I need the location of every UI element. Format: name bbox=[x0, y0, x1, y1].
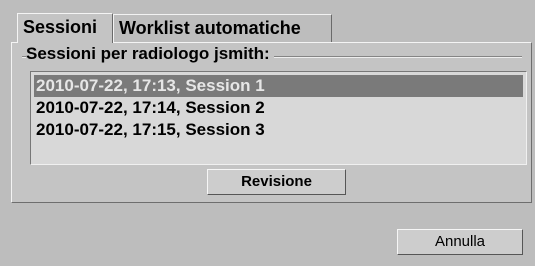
group-title: Sessioni per radiologo jsmith: bbox=[26, 44, 274, 64]
session-row[interactable]: 2010-07-22, 17:13, Session 1 bbox=[34, 75, 523, 97]
sessions-list[interactable]: 2010-07-22, 17:13, Session 1 2010-07-22,… bbox=[30, 71, 527, 165]
tab-automatic-worklists[interactable]: Worklist automatiche bbox=[113, 14, 332, 42]
session-row[interactable]: 2010-07-22, 17:15, Session 3 bbox=[34, 119, 523, 141]
cancel-button[interactable]: Annulla bbox=[397, 229, 523, 255]
session-row[interactable]: 2010-07-22, 17:14, Session 2 bbox=[34, 97, 523, 119]
tab-sessions[interactable]: Sessioni bbox=[17, 13, 113, 43]
session-dialog: Sessioni Worklist automatiche Sessioni p… bbox=[0, 0, 535, 266]
review-button[interactable]: Revisione bbox=[207, 169, 346, 195]
